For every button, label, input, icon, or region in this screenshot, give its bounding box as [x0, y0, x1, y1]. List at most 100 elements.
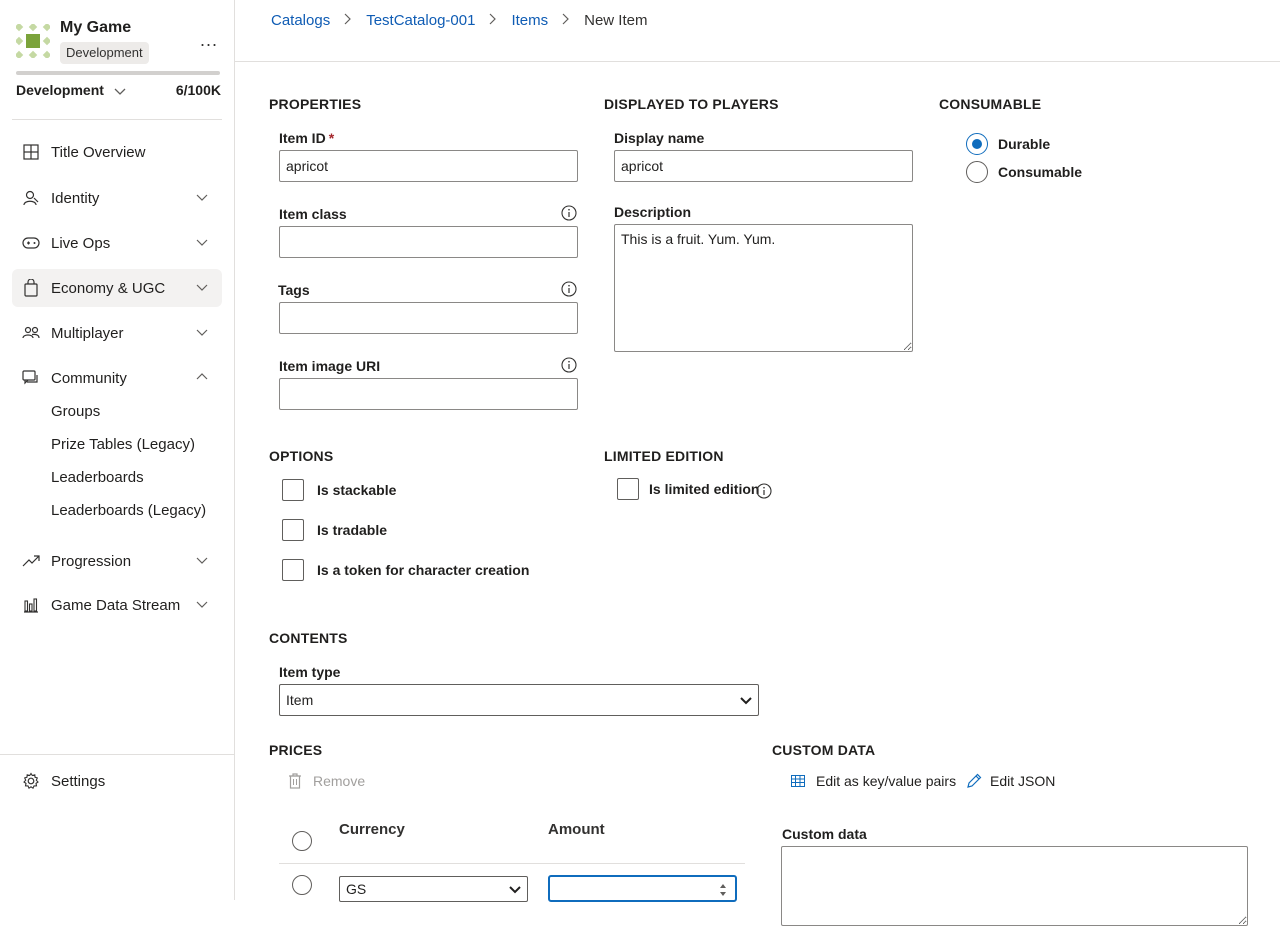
radio-button[interactable] — [966, 161, 988, 183]
nav-identity[interactable]: Identity — [12, 179, 222, 217]
checkbox-label: Is tradable — [317, 522, 388, 538]
chevron-down-icon — [196, 329, 208, 336]
radio-consumable[interactable]: Consumable — [966, 161, 1082, 183]
nav-sub-prize-tables[interactable]: Prize Tables (Legacy) — [51, 436, 195, 453]
chevron-down-icon — [196, 194, 208, 201]
game-logo-icon — [16, 24, 50, 58]
currency-select[interactable]: GS — [339, 876, 528, 902]
edit-key-value-button[interactable]: Edit as key/value pairs — [790, 773, 956, 789]
chevron-down-icon — [509, 886, 521, 894]
breadcrumb: Catalogs TestCatalog-001 Items New Item — [271, 10, 647, 30]
gamepad-icon — [22, 234, 40, 252]
amount-input[interactable] — [548, 875, 737, 902]
breadcrumb-catalogs[interactable]: Catalogs — [271, 12, 330, 29]
item-type-select[interactable]: Item — [279, 684, 759, 716]
more-options-button[interactable]: ... — [200, 30, 218, 51]
description-textarea[interactable]: This is a fruit. Yum. Yum. — [614, 224, 913, 352]
item-id-input[interactable] — [279, 150, 578, 182]
chevron-up-icon — [196, 373, 208, 380]
display-name-input[interactable] — [614, 150, 913, 182]
checkbox[interactable] — [282, 559, 304, 581]
item-image-uri-label: Item image URI — [279, 358, 381, 374]
nav-progression[interactable]: Progression — [12, 542, 222, 580]
chevron-right-icon — [489, 13, 497, 28]
spinner-icon[interactable] — [719, 883, 727, 897]
nav-label: Identity — [51, 189, 100, 207]
remove-button[interactable]: Remove — [287, 773, 365, 789]
currency-value: GS — [346, 881, 367, 897]
section-title-limited-edition: LIMITED EDITION — [604, 448, 724, 464]
grid-icon — [22, 143, 40, 161]
checkbox[interactable] — [617, 478, 639, 500]
checkbox[interactable] — [282, 479, 304, 501]
description-label: Description — [614, 204, 692, 220]
nav-community[interactable]: Community — [12, 359, 222, 397]
checkbox-label: Is stackable — [317, 482, 397, 498]
item-id-label: Item ID * — [279, 130, 334, 146]
info-icon[interactable] — [561, 281, 577, 297]
trash-icon — [287, 773, 303, 789]
chevron-down-icon — [196, 601, 208, 608]
amount-column-header: Amount — [548, 821, 605, 838]
item-class-label: Item class — [279, 206, 347, 222]
breadcrumb-current: New Item — [584, 11, 648, 29]
item-image-uri-input[interactable] — [279, 378, 578, 410]
chevron-down-icon — [196, 557, 208, 564]
row-select-radio[interactable] — [292, 875, 312, 895]
checkbox[interactable] — [282, 519, 304, 541]
info-icon[interactable] — [561, 205, 577, 221]
display-name-label: Display name — [614, 130, 705, 146]
title-count: 6/100K — [175, 82, 221, 98]
item-type-value: Item — [286, 692, 314, 708]
nav-sub-groups[interactable]: Groups — [51, 403, 100, 420]
nav-label: Economy & UGC — [51, 279, 166, 297]
nav-sub-leaderboards[interactable]: Leaderboards — [51, 469, 144, 486]
nav-game-data-stream[interactable]: Game Data Stream — [12, 586, 222, 624]
nav-settings[interactable]: Settings — [12, 762, 222, 800]
custom-data-textarea[interactable] — [781, 846, 1248, 926]
edit-key-value-label: Edit as key/value pairs — [816, 773, 957, 789]
edit-json-button[interactable]: Edit JSON — [966, 773, 1055, 789]
tags-label: Tags — [278, 282, 310, 298]
nav-label: Community — [51, 369, 127, 387]
nav-title-overview[interactable]: Title Overview — [12, 133, 222, 171]
select-all-radio[interactable] — [292, 831, 312, 851]
radio-label: Consumable — [998, 164, 1083, 180]
breadcrumb-items[interactable]: Items — [511, 12, 548, 29]
chevron-down-icon — [740, 697, 752, 705]
table-icon — [790, 773, 806, 789]
usage-progress-bar — [16, 71, 220, 75]
checkbox-is-tradable[interactable]: Is tradable — [282, 519, 387, 541]
sidebar: My Game Development ... Development 6/10… — [0, 0, 235, 900]
item-type-label: Item type — [279, 664, 341, 680]
divider — [279, 863, 745, 864]
currency-column-header: Currency — [339, 821, 405, 838]
environment-badge: Development — [60, 42, 149, 64]
checkbox-is-token[interactable]: Is a token for character creation — [282, 559, 529, 581]
breadcrumb-catalog[interactable]: TestCatalog-001 — [366, 12, 475, 29]
checkbox-label: Is a token for character creation — [317, 562, 530, 578]
checkbox-is-stackable[interactable]: Is stackable — [282, 479, 396, 501]
checkbox-is-limited-edition[interactable]: Is limited edition — [617, 478, 759, 500]
radio-durable[interactable]: Durable — [966, 133, 1050, 155]
nav-economy-ugc[interactable]: Economy & UGC — [12, 269, 222, 307]
nav-multiplayer[interactable]: Multiplayer — [12, 314, 222, 352]
item-class-input[interactable] — [279, 226, 578, 258]
chevron-down-icon — [114, 88, 126, 96]
nav-sub-leaderboards-legacy[interactable]: Leaderboards (Legacy) — [51, 502, 206, 519]
nav-label: Multiplayer — [51, 324, 124, 342]
tags-input[interactable] — [279, 302, 578, 334]
custom-data-label: Custom data — [782, 826, 867, 842]
section-title-contents: CONTENTS — [269, 630, 348, 646]
info-icon[interactable] — [756, 483, 772, 499]
chat-icon — [22, 369, 40, 387]
required-indicator: * — [328, 130, 335, 146]
shopping-bag-icon — [22, 279, 40, 297]
radio-button-checked[interactable] — [966, 133, 988, 155]
nav-label: Settings — [51, 772, 106, 790]
game-name: My Game — [60, 19, 132, 36]
info-icon[interactable] — [561, 357, 577, 373]
nav-live-ops[interactable]: Live Ops — [12, 224, 222, 262]
environment-dropdown[interactable]: Development — [16, 82, 126, 98]
pencil-icon — [966, 773, 982, 789]
